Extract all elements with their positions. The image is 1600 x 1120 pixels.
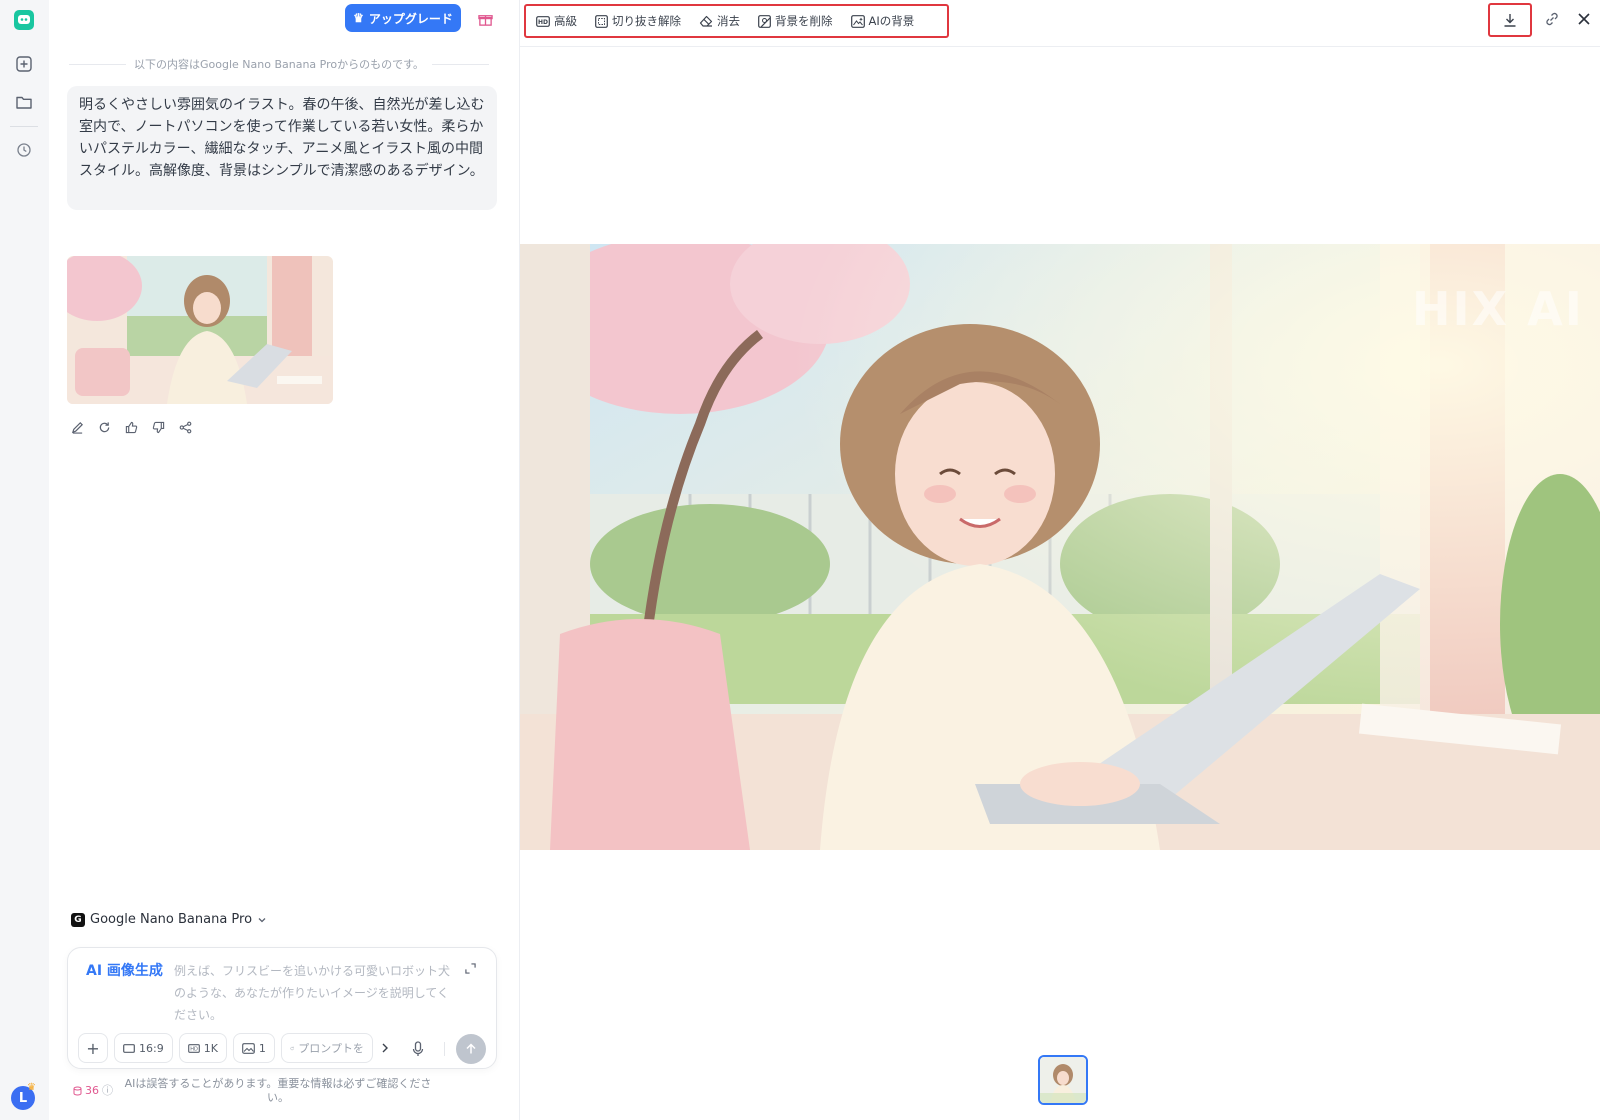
new-chat-icon[interactable]: [12, 52, 36, 76]
uncrop-icon: [595, 14, 608, 28]
prompt-enhance-label: プロンプトを: [298, 1042, 364, 1055]
crown-icon: ♛: [27, 1082, 36, 1093]
source-note: 以下の内容はGoogle Nano Banana Proからのものです。: [69, 56, 490, 72]
aspect-icon: [123, 1043, 135, 1053]
history-icon[interactable]: [12, 138, 36, 162]
enhance-tool-button[interactable]: HD 高級: [536, 13, 577, 29]
image-icon: [242, 1042, 255, 1054]
credits-badge[interactable]: 36 ⓘ: [73, 1077, 113, 1105]
image-count-button[interactable]: 1: [232, 1033, 275, 1063]
generated-image-preview: HIX AI: [520, 244, 1600, 850]
composer-tools: + 16:9 HD 1K 1 プロンプトを: [78, 1033, 391, 1063]
disclaimer-text: AIは誤答することがあります。重要な情報は必ずご確認ください。: [124, 1077, 432, 1104]
gift-icon[interactable]: [475, 9, 495, 29]
upgrade-label: アップグレード: [368, 11, 453, 26]
nav-rail: L ♛: [0, 0, 49, 1120]
app-window: L ♛ ♛ アップグレード 以下の内容はGoogle Nano Banana P…: [0, 0, 1600, 1120]
regenerate-icon[interactable]: [96, 419, 113, 436]
hd-icon: HD: [187, 1043, 200, 1053]
upgrade-button[interactable]: ♛ アップグレード: [345, 4, 461, 32]
credits-count: 36: [85, 1084, 99, 1097]
divider: [69, 63, 126, 65]
remove-bg-tool-button[interactable]: 背景を削除: [758, 13, 833, 29]
source-note-text: 以下の内容はGoogle Nano Banana Proからのものです。: [134, 58, 425, 71]
hd-icon: HD: [536, 15, 550, 27]
model-selector[interactable]: G Google Nano Banana Pro: [71, 912, 267, 927]
erase-tool-label: 消去: [717, 14, 740, 28]
prompt-input[interactable]: 例えば、フリスビーを追いかける可愛いロボット犬のような、あなたが作りたいイメージ…: [174, 960, 450, 1026]
refresh-icon: [290, 1046, 294, 1050]
add-button[interactable]: +: [78, 1033, 108, 1063]
image-tools-toolbar: HD 高級 切り抜き解除 消去 背景を削除 AIの背景: [524, 4, 949, 38]
ai-bg-tool-label: AIの背景: [868, 14, 915, 28]
microphone-icon[interactable]: [410, 1040, 426, 1058]
model-name: Google Nano Banana Pro: [90, 912, 253, 927]
app-logo-icon[interactable]: [12, 8, 36, 32]
download-button[interactable]: [1488, 3, 1532, 37]
close-button[interactable]: [1574, 9, 1594, 29]
link-icon: [1546, 12, 1558, 26]
chat-panel: ♛ アップグレード 以下の内容はGoogle Nano Banana Proから…: [49, 0, 519, 1120]
remove-bg-tool-label: 背景を削除: [775, 14, 833, 28]
filmstrip-thumbnail[interactable]: [1038, 1055, 1088, 1105]
header-divider: [520, 46, 1600, 47]
aspect-value: 16:9: [139, 1041, 164, 1055]
uncrop-tool-button[interactable]: 切り抜き解除: [595, 13, 681, 29]
uncrop-tool-label: 切り抜き解除: [612, 14, 681, 28]
folder-icon[interactable]: [12, 90, 36, 114]
rail-divider: [10, 126, 38, 127]
close-icon: [1578, 13, 1590, 25]
erase-tool-button[interactable]: 消去: [699, 13, 740, 29]
info-icon[interactable]: ⓘ: [102, 1084, 113, 1098]
send-button[interactable]: [456, 1034, 486, 1064]
ai-bg-tool-button[interactable]: AIの背景: [850, 13, 915, 29]
image-count-value: 1: [258, 1041, 266, 1055]
eraser-icon: [699, 15, 713, 27]
coin-icon: [73, 1086, 82, 1096]
mode-label[interactable]: AI 画像生成: [86, 960, 163, 980]
crown-icon: ♛: [353, 11, 364, 25]
arrow-up-icon: [466, 1043, 476, 1054]
footer-note: 36 ⓘ AIは誤答することがあります。重要な情報は必ずご確認ください。: [73, 1077, 493, 1105]
enhance-tool-label: 高級: [554, 14, 577, 28]
watermark: HIX AI: [1412, 282, 1584, 336]
svg-text:HD: HD: [538, 18, 548, 25]
ai-bg-icon: [850, 14, 865, 28]
generated-image-thumbnail[interactable]: [67, 256, 333, 404]
share-icon[interactable]: [177, 419, 194, 436]
chevron-right-icon[interactable]: [379, 1033, 391, 1063]
thumbs-up-icon[interactable]: [123, 419, 140, 436]
user-prompt-bubble: 明るくやさしい雰囲気のイラスト。春の午後、自然光が差し込む室内で、ノートパソコン…: [67, 86, 497, 210]
divider: [432, 63, 490, 65]
thumbnail-image: [1040, 1057, 1086, 1103]
aspect-ratio-button[interactable]: 16:9: [114, 1033, 173, 1063]
expand-icon[interactable]: [462, 960, 478, 976]
svg-text:HD: HD: [190, 1046, 198, 1052]
resolution-button[interactable]: HD 1K: [178, 1033, 227, 1063]
google-logo-icon: G: [71, 912, 85, 927]
divider: [444, 1042, 445, 1056]
resolution-value: 1K: [203, 1041, 218, 1055]
edit-icon[interactable]: [69, 419, 86, 436]
copy-link-button[interactable]: [1543, 10, 1561, 28]
prompt-enhance-button[interactable]: プロンプトを: [280, 1033, 373, 1063]
image-viewer: HD 高級 切り抜き解除 消去 背景を削除 AIの背景 HIX AI: [519, 0, 1600, 1120]
thumbs-down-icon[interactable]: [150, 419, 167, 436]
chevron-down-icon: [258, 917, 266, 922]
remove-bg-icon: [758, 14, 771, 28]
download-icon: [1504, 14, 1516, 27]
prompt-composer: AI 画像生成 例えば、フリスビーを追いかける可愛いロボット犬のような、あなたが…: [67, 947, 497, 1069]
message-actions: [69, 419, 194, 436]
